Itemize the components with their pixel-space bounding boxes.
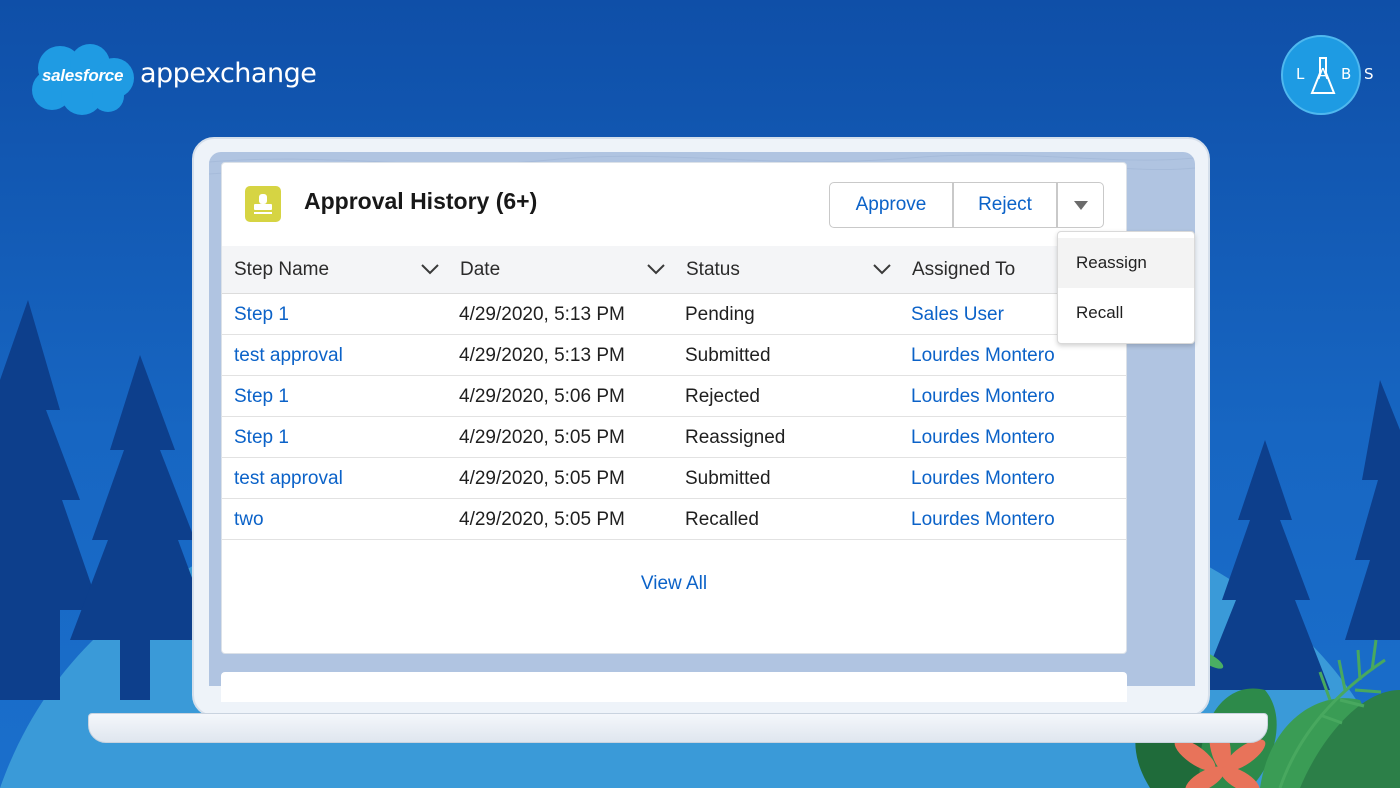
stamp-icon xyxy=(245,186,281,222)
step-name-link[interactable]: Step 1 xyxy=(234,294,289,335)
laptop-base xyxy=(88,713,1268,743)
card-title: Approval History (6+) xyxy=(304,188,538,214)
date-cell: 4/29/2020, 5:05 PM xyxy=(459,427,625,448)
step-name-link[interactable]: two xyxy=(234,499,264,540)
secondary-card xyxy=(221,672,1127,702)
column-header-date[interactable]: Date xyxy=(448,246,674,294)
column-header-step-name[interactable]: Step Name xyxy=(222,246,448,294)
status-cell: Recalled xyxy=(685,509,759,530)
assigned-to-link[interactable]: Lourdes Montero xyxy=(911,458,1055,499)
approve-button[interactable]: Approve xyxy=(829,182,953,228)
step-name-link[interactable]: Step 1 xyxy=(234,417,289,458)
step-name-link[interactable]: test approval xyxy=(234,335,343,376)
date-cell: 4/29/2020, 5:13 PM xyxy=(459,304,625,325)
column-header-status[interactable]: Status xyxy=(674,246,900,294)
status-cell: Reassigned xyxy=(685,427,786,448)
status-cell: Submitted xyxy=(685,468,771,489)
assigned-to-link[interactable]: Sales User xyxy=(911,294,1004,335)
status-cell: Rejected xyxy=(685,386,760,407)
table-row: two 4/29/2020, 5:05 PM Recalled Lourdes … xyxy=(222,499,1126,540)
step-name-link[interactable]: Step 1 xyxy=(234,376,289,417)
labs-badge: LABS xyxy=(1281,35,1387,115)
appexchange-wordmark: appexchange xyxy=(140,58,317,89)
assigned-to-link[interactable]: Lourdes Montero xyxy=(911,376,1055,417)
actions-dropdown-menu: Reassign Recall xyxy=(1057,231,1195,344)
date-cell: 4/29/2020, 5:13 PM xyxy=(459,345,625,366)
table-row: Step 1 4/29/2020, 5:05 PM Reassigned Lou… xyxy=(222,417,1126,458)
salesforce-wordmark: salesforce xyxy=(42,66,124,85)
table-row: Step 1 4/29/2020, 5:13 PM Pending Sales … xyxy=(222,294,1126,335)
caret-down-icon xyxy=(1073,200,1088,210)
assigned-to-link[interactable]: Lourdes Montero xyxy=(911,499,1055,540)
date-cell: 4/29/2020, 5:05 PM xyxy=(459,509,625,530)
menu-item-reassign[interactable]: Reassign xyxy=(1058,238,1194,288)
assigned-to-link[interactable]: Lourdes Montero xyxy=(911,335,1055,376)
table-row: test approval 4/29/2020, 5:13 PM Submitt… xyxy=(222,335,1126,376)
date-cell: 4/29/2020, 5:05 PM xyxy=(459,468,625,489)
chevron-down-icon[interactable] xyxy=(646,262,666,276)
assigned-to-link[interactable]: Lourdes Montero xyxy=(911,417,1055,458)
chevron-down-icon[interactable] xyxy=(872,262,892,276)
menu-item-recall[interactable]: Recall xyxy=(1058,288,1194,338)
table-row: test approval 4/29/2020, 5:05 PM Submitt… xyxy=(222,458,1126,499)
labs-label: LABS xyxy=(1296,65,1387,83)
approval-history-card: Approval History (6+) Approve Reject Ste… xyxy=(221,162,1127,654)
view-all-link[interactable]: View All xyxy=(222,573,1126,595)
more-actions-button[interactable] xyxy=(1057,182,1104,228)
brand-logo: salesforce appexchange xyxy=(28,42,328,116)
status-cell: Pending xyxy=(685,304,755,325)
chevron-down-icon[interactable] xyxy=(420,262,440,276)
status-cell: Submitted xyxy=(685,345,771,366)
date-cell: 4/29/2020, 5:06 PM xyxy=(459,386,625,407)
reject-button[interactable]: Reject xyxy=(953,182,1057,228)
table-header: Step Name Date Status Assigned To xyxy=(222,246,1126,294)
step-name-link[interactable]: test approval xyxy=(234,458,343,499)
table-row: Step 1 4/29/2020, 5:06 PM Rejected Lourd… xyxy=(222,376,1126,417)
